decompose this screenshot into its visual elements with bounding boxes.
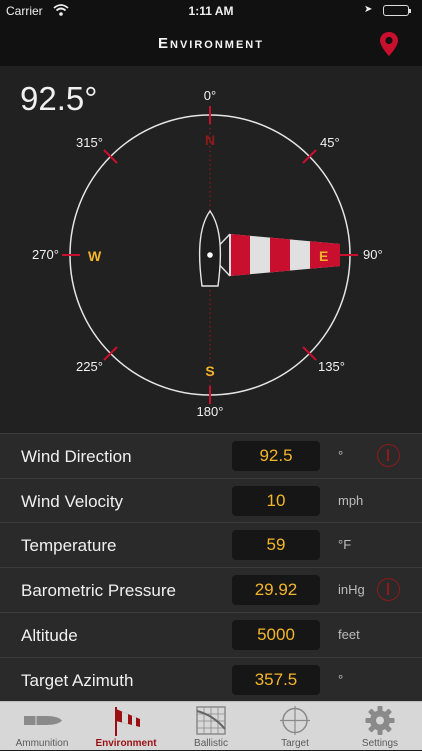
navigation-bar: Environment (0, 22, 422, 66)
degree-label-45: 45° (320, 135, 340, 150)
degree-label-135: 135° (318, 359, 345, 374)
field-unit: mph (338, 493, 364, 508)
crosshair-icon (275, 705, 315, 736)
field-row-wind-direction: Wind Direction 92.5 ° (0, 433, 422, 477)
cardinal-south: S (205, 363, 215, 379)
bullet-icon (22, 705, 62, 736)
field-label: Altitude (21, 626, 78, 645)
cardinal-north: N (204, 132, 216, 148)
field-label: Wind Direction (21, 447, 132, 466)
field-unit: ° (338, 672, 344, 687)
temperature-input[interactable]: 59 (232, 530, 320, 560)
degree-label-90: 90° (363, 247, 383, 262)
tab-ammunition[interactable]: Ammunition (0, 702, 84, 751)
location-arrow-icon: ➤ (364, 4, 373, 15)
tab-target[interactable]: Target (253, 702, 337, 751)
tab-label: Settings (361, 738, 399, 749)
field-label: Temperature (21, 536, 117, 555)
degree-label-270: 270° (32, 247, 59, 262)
tab-bar: Ammunition Environment Ballistic Target … (0, 701, 422, 750)
degree-label-180: 180° (196, 404, 224, 419)
grid-chart-icon (191, 705, 231, 736)
info-icon[interactable] (377, 578, 400, 601)
field-unit: °F (338, 537, 352, 552)
field-row-temperature: Temperature 59 °F (0, 522, 422, 566)
field-label: Barometric Pressure (21, 581, 176, 600)
gear-icon (360, 705, 400, 736)
wind-velocity-input[interactable]: 10 (232, 486, 320, 516)
status-time: 1:11 AM (188, 4, 234, 18)
field-row-barometric-pressure: Barometric Pressure 29.92 inHg (0, 567, 422, 611)
degree-label-315: 315° (76, 135, 103, 150)
tab-ballistic[interactable]: Ballistic (169, 702, 253, 751)
status-bar: Carrier 1:11 AM ➤ (0, 0, 422, 22)
target-azimuth-input[interactable]: 357.5 (232, 665, 320, 695)
field-row-target-azimuth: Target Azimuth 357.5 ° (0, 657, 422, 701)
cardinal-west: W (88, 248, 102, 264)
field-label: Wind Velocity (21, 492, 124, 511)
tab-settings[interactable]: Settings (338, 702, 422, 751)
barometric-pressure-input[interactable]: 29.92 (232, 575, 320, 605)
tab-label: Ballistic (194, 738, 228, 749)
field-row-wind-velocity: Wind Velocity 10 mph (0, 478, 422, 522)
windsock-icon (106, 705, 146, 736)
tab-label: Ammunition (15, 738, 69, 749)
field-row-altitude: Altitude 5000 feet (0, 612, 422, 656)
boat-icon (198, 209, 222, 287)
cardinal-east: E (319, 248, 329, 264)
altitude-input[interactable]: 5000 (232, 620, 320, 650)
wind-direction-input[interactable]: 92.5 (232, 441, 320, 471)
field-unit: feet (338, 627, 360, 642)
environment-fields: Wind Direction 92.5 ° Wind Velocity 10 m… (0, 433, 422, 701)
field-unit: ° (338, 448, 344, 463)
field-unit: inHg (338, 582, 365, 597)
tab-label: Target (281, 738, 309, 749)
field-label: Target Azimuth (21, 671, 134, 690)
location-pin-icon[interactable] (376, 30, 402, 58)
degree-label-0: 0° (203, 88, 217, 103)
wind-compass[interactable]: 92.5° 0° 45° 90° 135° 180° 225° 270° 315… (0, 66, 422, 433)
info-icon[interactable] (377, 444, 400, 467)
tab-environment[interactable]: Environment (84, 702, 168, 751)
page-title: Environment (158, 35, 264, 52)
degree-label-225: 225° (76, 359, 103, 374)
tab-label: Environment (95, 738, 157, 749)
battery-icon (383, 5, 411, 16)
